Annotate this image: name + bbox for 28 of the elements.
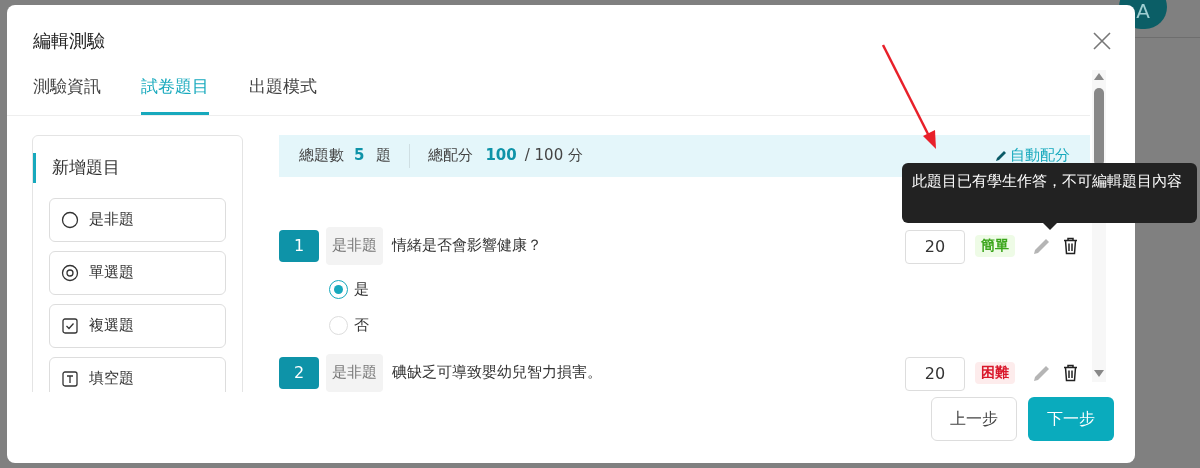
score-value: 100	[485, 145, 517, 167]
score-field[interactable]: 20	[905, 229, 965, 264]
difficulty-tag: 困難	[975, 361, 1015, 384]
question-text: 碘缺乏可導致嬰幼兒智力損害。	[392, 362, 602, 384]
option-label: 是	[354, 279, 369, 301]
sidebar-title: 新增題目	[52, 155, 120, 179]
score-label: 總配分	[428, 145, 474, 167]
question-type-button[interactable]: 是非題	[49, 197, 226, 242]
question-type-tag: 是非題	[326, 226, 383, 265]
option-label: 否	[354, 315, 369, 337]
count-unit: 題	[376, 145, 392, 167]
tab[interactable]: 測驗資訊	[33, 74, 101, 115]
score-field[interactable]: 20	[905, 356, 965, 391]
question-type-button[interactable]: 單選題	[49, 250, 226, 295]
count-value: 5	[354, 145, 365, 167]
question-number: 1	[279, 229, 319, 262]
difficulty-tag: 簡單	[975, 234, 1015, 257]
back-button[interactable]: 上一步	[931, 396, 1017, 441]
tab[interactable]: 出題模式	[249, 74, 317, 115]
tooltip: 此題目已有學生作答，不可編輯題目內容	[902, 163, 1197, 223]
dialog-title: 編輯測驗	[33, 29, 105, 53]
question-type-button[interactable]: 複選題	[49, 303, 226, 348]
question-text: 情緒是否會影響健康？	[392, 235, 542, 257]
question-type-tag: 是非題	[326, 353, 383, 392]
count-label: 總題數	[299, 145, 344, 167]
question-type-button[interactable]: 填空題	[49, 356, 226, 392]
score-total: / 100 分	[524, 145, 583, 167]
question-number: 2	[279, 356, 319, 389]
